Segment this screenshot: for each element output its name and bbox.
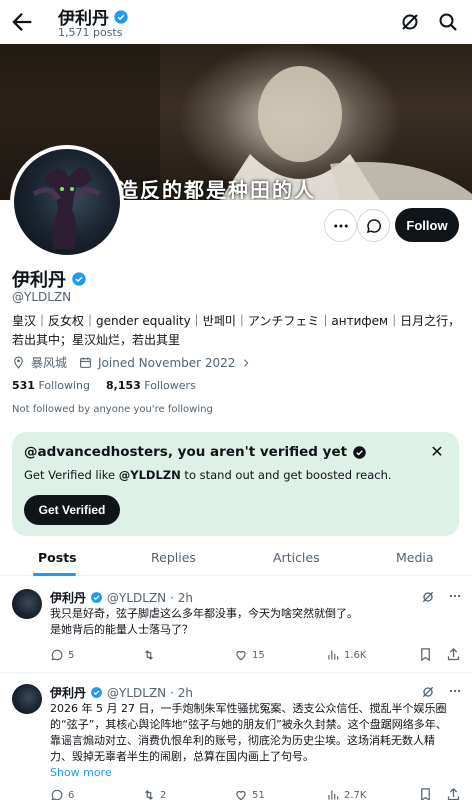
search-icon[interactable] <box>436 10 460 34</box>
reply-count: 5 <box>68 649 75 661</box>
verify-text-suffix: to stand out and get boosted reach. <box>180 468 392 482</box>
verify-card-text: Get Verified like @YLDLZN to stand out a… <box>24 468 392 482</box>
tweet-author-handle[interactable]: @YLDLZN <box>107 591 166 605</box>
verified-badge-icon <box>113 9 129 25</box>
more-dots-icon <box>333 224 348 227</box>
following-link[interactable]: 531 Following <box>12 379 90 392</box>
banner-subtitle: 来造反的都是种田的人 <box>96 178 316 200</box>
tweet-author-name[interactable]: 伊利丹 <box>50 684 86 701</box>
get-verified-button[interactable]: Get Verified <box>24 495 120 525</box>
chevron-right-icon[interactable] <box>241 358 251 368</box>
tweet[interactable]: 伊利丹 @YLDLZN · 2h 2026 年 5 月 27 日，一手炮制朱军性… <box>0 674 472 800</box>
reply-action[interactable]: 5 <box>50 648 74 662</box>
profile-name-row: 伊利丹 <box>12 266 87 292</box>
profile-location: 暴风城 <box>31 356 68 370</box>
repost-icon <box>142 648 156 662</box>
top-bar: 伊利丹 1,571 posts <box>0 0 472 44</box>
verify-upsell-card: @advancedhosters, you aren't verified ye… <box>12 432 459 536</box>
profile-bio: 皇汉｜反女权｜gender equality｜반페미｜アンチフェミ｜антифе… <box>12 314 461 347</box>
following-label: Following <box>38 379 90 392</box>
tweet-time[interactable]: · 2h <box>170 686 193 700</box>
verified-badge-icon <box>90 591 103 604</box>
verify-text-prefix: Get Verified like <box>24 468 119 482</box>
views-count: 1.6K <box>344 649 367 661</box>
share-icon[interactable] <box>446 647 464 665</box>
profile-meta: 暴风城 Joined November 2022 <box>12 354 251 371</box>
like-count: 51 <box>252 789 265 800</box>
views-count: 2.7K <box>344 789 367 800</box>
followers-count: 8,153 <box>105 379 141 392</box>
tab-replies[interactable]: Replies <box>151 550 196 565</box>
not-followed-note: Not followed by anyone you're following <box>12 404 213 415</box>
views-chart-icon <box>326 648 340 662</box>
tweet-header: 伊利丹 @YLDLZN · 2h <box>50 589 193 606</box>
repost-count: 2 <box>160 789 167 800</box>
profile-joined: Joined November 2022 <box>98 355 236 370</box>
like-action[interactable]: 15 <box>234 648 265 662</box>
profile-avatar[interactable] <box>10 145 124 259</box>
tweet-avatar[interactable] <box>12 684 42 714</box>
tab-articles[interactable]: Articles <box>273 550 320 565</box>
verified-check-icon <box>352 445 367 460</box>
tab-media[interactable]: Media <box>396 550 434 565</box>
grok-icon[interactable] <box>420 589 438 607</box>
followers-link[interactable]: 8,153 Followers <box>106 379 196 392</box>
like-count: 15 <box>252 649 265 661</box>
reply-action[interactable]: 6 <box>50 788 74 800</box>
like-action[interactable]: 51 <box>234 788 265 800</box>
calendar-icon <box>79 356 92 369</box>
verify-card-title: @advancedhosters, you aren't verified ye… <box>24 444 348 460</box>
views-action[interactable]: 2.7K <box>326 788 366 800</box>
tweet-time[interactable]: · 2h <box>170 591 193 605</box>
following-count: 531 <box>12 379 35 392</box>
tweet-text: 我只是好奇，弦子脚虐这么多年都没事，今天为啥突然就倒了。 是她背后的能量人士落马… <box>50 607 358 636</box>
follow-stats: 531 Following 8,153 Followers <box>12 379 196 392</box>
views-chart-icon <box>326 788 340 800</box>
reply-icon <box>50 648 64 662</box>
tweet[interactable]: 伊利丹 @YLDLZN · 2h 我只是好奇，弦子脚虐这么多年都没事，今天为啥突… <box>0 577 472 673</box>
repost-icon <box>142 788 156 800</box>
reply-icon <box>50 788 64 800</box>
more-dots-icon[interactable] <box>448 684 466 702</box>
grok-icon[interactable] <box>420 684 438 702</box>
reply-count: 6 <box>68 789 75 800</box>
verify-text-handle: @YLDLZN <box>118 468 181 482</box>
bookmark-icon[interactable] <box>418 787 436 800</box>
repost-action[interactable] <box>142 648 160 662</box>
tweet-author-handle[interactable]: @YLDLZN <box>107 686 166 700</box>
back-arrow-icon[interactable] <box>8 8 36 36</box>
repost-action[interactable]: 2 <box>142 788 166 800</box>
tweet-avatar[interactable] <box>12 589 42 619</box>
heart-icon <box>234 788 248 800</box>
grok-icon[interactable] <box>398 10 422 34</box>
posts-count: 1,571 posts <box>58 26 123 39</box>
tweet-author-name[interactable]: 伊利丹 <box>50 589 86 606</box>
location-icon <box>12 356 25 369</box>
tweet-text: 2026 年 5 月 27 日，一手炮制朱军性骚扰冤案、透支公众信任、搅乱半个娱… <box>50 702 447 763</box>
profile-tabs: Posts Replies Articles Media <box>0 540 472 576</box>
verify-card-title-row: @advancedhosters, you aren't verified ye… <box>24 444 367 460</box>
more-options-button[interactable] <box>324 209 357 242</box>
chat-bubble-icon <box>366 218 381 233</box>
tab-posts[interactable]: Posts <box>38 550 77 565</box>
followers-label: Followers <box>144 379 196 392</box>
verified-badge-icon <box>90 686 103 699</box>
profile-name: 伊利丹 <box>12 270 66 291</box>
share-icon[interactable] <box>446 787 464 800</box>
heart-icon <box>234 648 248 662</box>
more-dots-icon[interactable] <box>448 589 466 607</box>
active-tab-indicator <box>33 573 76 576</box>
show-more-link[interactable]: Show more <box>50 766 112 779</box>
views-action[interactable]: 1.6K <box>326 648 366 662</box>
follow-button[interactable]: Follow <box>395 208 459 242</box>
bookmark-icon[interactable] <box>418 647 436 665</box>
profile-handle: @YLDLZN <box>12 290 72 304</box>
tweet-header: 伊利丹 @YLDLZN · 2h <box>50 684 193 701</box>
close-icon[interactable]: ✕ <box>427 442 447 462</box>
verified-badge-icon <box>71 271 87 287</box>
message-button[interactable] <box>357 209 390 242</box>
